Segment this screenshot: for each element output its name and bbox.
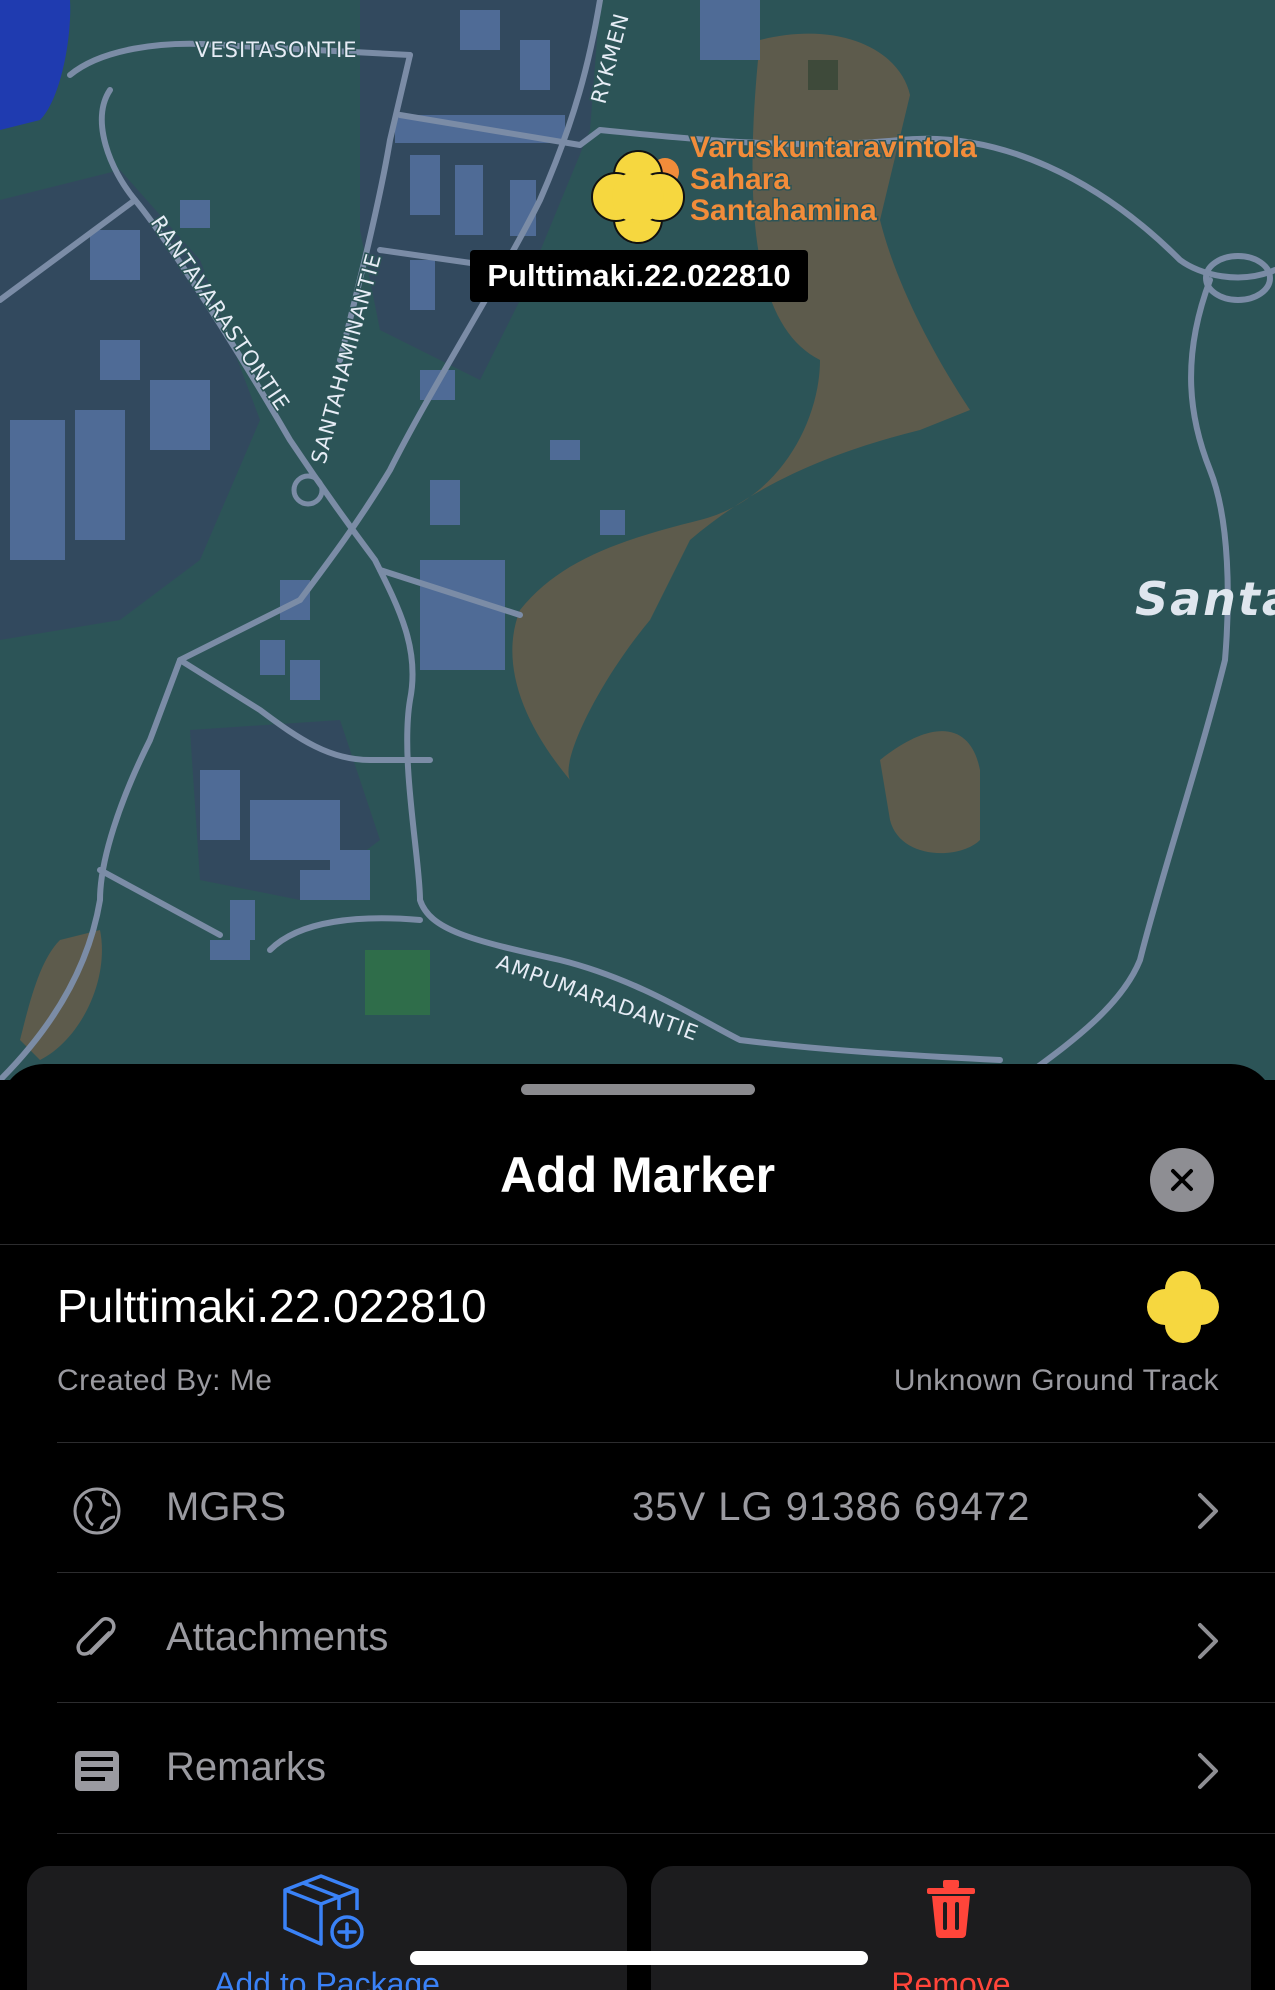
- poi-label[interactable]: Santahamina: [689, 193, 879, 229]
- remarks-row[interactable]: Remarks: [57, 1702, 1275, 1834]
- mgrs-value: 35V LG 91386 69472: [632, 1485, 1031, 1529]
- globe-icon: [73, 1487, 121, 1535]
- remove-button[interactable]: Remove: [651, 1866, 1251, 1990]
- paperclip-icon: [76, 1617, 116, 1656]
- building-dark: [808, 60, 838, 90]
- marker-name[interactable]: Pulttimaki.22.022810: [57, 1279, 487, 1333]
- add-to-package-button[interactable]: Add to Package: [27, 1866, 627, 1990]
- map-view[interactable]: VESITASONTIE RANTAVARASTONTIE SANTAHAMIN…: [0, 0, 1275, 1080]
- home-indicator: [410, 1951, 868, 1965]
- poi-label[interactable]: Varuskuntaravintola: [689, 130, 979, 166]
- chevron-right-icon: [1198, 1623, 1218, 1659]
- created-by-text: Created By: Me: [57, 1364, 273, 1397]
- package-plus-icon: [283, 1874, 364, 1949]
- add-marker-sheet: Add Marker Pulttimaki.22.022810 Created …: [0, 1064, 1275, 1990]
- close-button[interactable]: [1150, 1148, 1214, 1212]
- chevron-right-icon: [1198, 1493, 1218, 1529]
- sheet-grabber[interactable]: [521, 1084, 755, 1095]
- row-label-attachments: Attachments: [166, 1615, 389, 1659]
- remarks-icon: [75, 1751, 119, 1791]
- divider: [0, 1244, 1275, 1245]
- remove-label: Remove: [891, 1966, 1011, 1990]
- marker-callout[interactable]: Pulttimaki.22.022810: [487, 258, 790, 293]
- chevron-right-icon: [1198, 1753, 1218, 1789]
- sheet-title: Add Marker: [499, 1147, 776, 1203]
- marker-type-icon[interactable]: [1146, 1270, 1220, 1344]
- row-label-mgrs: MGRS: [166, 1485, 286, 1529]
- row-label-remarks: Remarks: [166, 1745, 327, 1789]
- xmark-icon: [1171, 1169, 1193, 1191]
- sports-field: [365, 950, 430, 1015]
- add-to-package-label: Add to Package: [214, 1966, 440, 1990]
- trash-icon: [927, 1880, 975, 1938]
- region-label: Santa: [1135, 572, 1275, 626]
- street-label: VESITASONTIE: [195, 38, 358, 62]
- mgrs-row[interactable]: MGRS 35V LG 91386 69472: [57, 1442, 1275, 1573]
- track-type-text: Unknown Ground Track: [893, 1364, 1219, 1397]
- poi-label[interactable]: Sahara: [689, 162, 792, 198]
- attachments-row[interactable]: Attachments: [57, 1572, 1275, 1703]
